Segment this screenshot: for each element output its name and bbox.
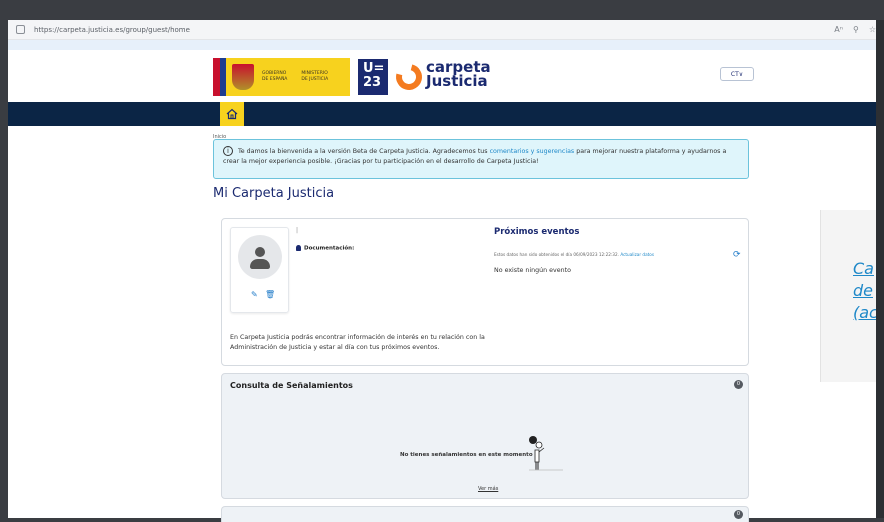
- home-icon: [226, 108, 238, 120]
- u23-line2: 23: [363, 75, 382, 90]
- u23-line1: U=: [363, 61, 385, 76]
- screen-edge: [876, 20, 884, 518]
- update-data-link[interactable]: Actualizar datos: [620, 252, 654, 257]
- documentation-text: Documentación:: [304, 245, 355, 252]
- intro-text: En Carpeta Justicia podrás encontrar inf…: [230, 334, 485, 351]
- events-timestamp-note: Estos datos han sido obtenidos el día 06…: [494, 252, 654, 257]
- url-text[interactable]: https://carpeta.justicia.es/group/guest/…: [34, 26, 834, 34]
- events-title: Próximos eventos: [494, 227, 580, 237]
- edit-pencil-icon[interactable]: ✎: [251, 290, 258, 299]
- name-separator: |: [296, 227, 299, 234]
- info-icon: i: [223, 146, 233, 156]
- overlay-side-panel: Ca de (ac: [820, 210, 884, 382]
- main-navbar: [8, 102, 884, 126]
- top-band: [8, 40, 884, 50]
- carpeta-logo-icon: [391, 59, 427, 95]
- documentation-label: Documentación:: [296, 245, 354, 252]
- no-senalamientos-text: No tienes señalamientos en este momento: [400, 452, 533, 458]
- read-aloud-icon[interactable]: Aⁿ: [834, 25, 843, 34]
- ministerio-text: MINISTERIO DE JUSTICIA: [301, 71, 329, 82]
- justicia-2030-logo: U= 23: [358, 59, 388, 95]
- user-head-icon: [255, 247, 265, 257]
- gobierno-ministerio-logo[interactable]: GOBIERNO DE ESPAÑA MINISTERIO DE JUSTICI…: [213, 58, 350, 96]
- alert-text-before: Te damos la bienvenida a la versión Beta…: [238, 148, 490, 155]
- senalamientos-count-badge: 0: [734, 380, 743, 389]
- profile-events-card: ✎ 🗑 | Documentación: Próximos eventos Es…: [221, 218, 749, 366]
- spain-flag-strip: [213, 58, 220, 96]
- eu-flag-strip: [220, 58, 226, 96]
- empty-state-illustration-icon: [529, 436, 563, 471]
- senalamientos-title: Consulta de Señalamientos: [230, 381, 353, 390]
- beta-welcome-alert: i Te damos la bienvenida a la versión Bet…: [213, 139, 749, 179]
- no-events-text: No existe ningún evento: [494, 267, 571, 274]
- side-line-1: Ca: [853, 259, 874, 278]
- events-note-text: Estos datos han sido obtenidos el día 06…: [494, 252, 619, 257]
- language-selector-button[interactable]: CT∨: [720, 67, 754, 81]
- home-button[interactable]: [220, 102, 244, 126]
- user-icon: [296, 245, 301, 251]
- next-card: 0: [221, 506, 749, 522]
- feedback-link[interactable]: comentarios y sugerencias: [490, 148, 575, 155]
- page-title: Mi Carpeta Justicia: [213, 186, 335, 201]
- brand-line2: Justicia: [426, 72, 488, 90]
- side-line-3: (ac: [853, 303, 878, 322]
- avatar-box: ✎ 🗑: [230, 227, 289, 313]
- favorite-star-icon[interactable]: ☆: [869, 25, 876, 34]
- address-bar[interactable]: https://carpeta.justicia.es/group/guest/…: [8, 20, 884, 40]
- carpeta-justicia-logo-text[interactable]: carpeta Justicia: [426, 60, 491, 90]
- zoom-icon[interactable]: ⚲: [853, 25, 859, 34]
- trash-icon[interactable]: 🗑: [265, 290, 275, 299]
- senalamientos-card: Consulta de Señalamientos 0 No tienes se…: [221, 373, 749, 499]
- refresh-icon[interactable]: ⟳: [733, 250, 741, 260]
- side-panel-link[interactable]: Ca de (ac: [853, 258, 878, 324]
- coat-of-arms-icon: [232, 64, 254, 90]
- ver-mas-link[interactable]: Ver más: [478, 486, 498, 492]
- side-line-2: de: [853, 281, 873, 300]
- page-info-icon[interactable]: [16, 25, 25, 34]
- avatar[interactable]: [238, 235, 282, 279]
- gobierno-text: GOBIERNO DE ESPAÑA: [262, 71, 288, 82]
- next-card-count-badge: 0: [734, 510, 743, 519]
- site-header: GOBIERNO DE ESPAÑA MINISTERIO DE JUSTICI…: [8, 50, 884, 102]
- user-body-icon: [250, 259, 270, 269]
